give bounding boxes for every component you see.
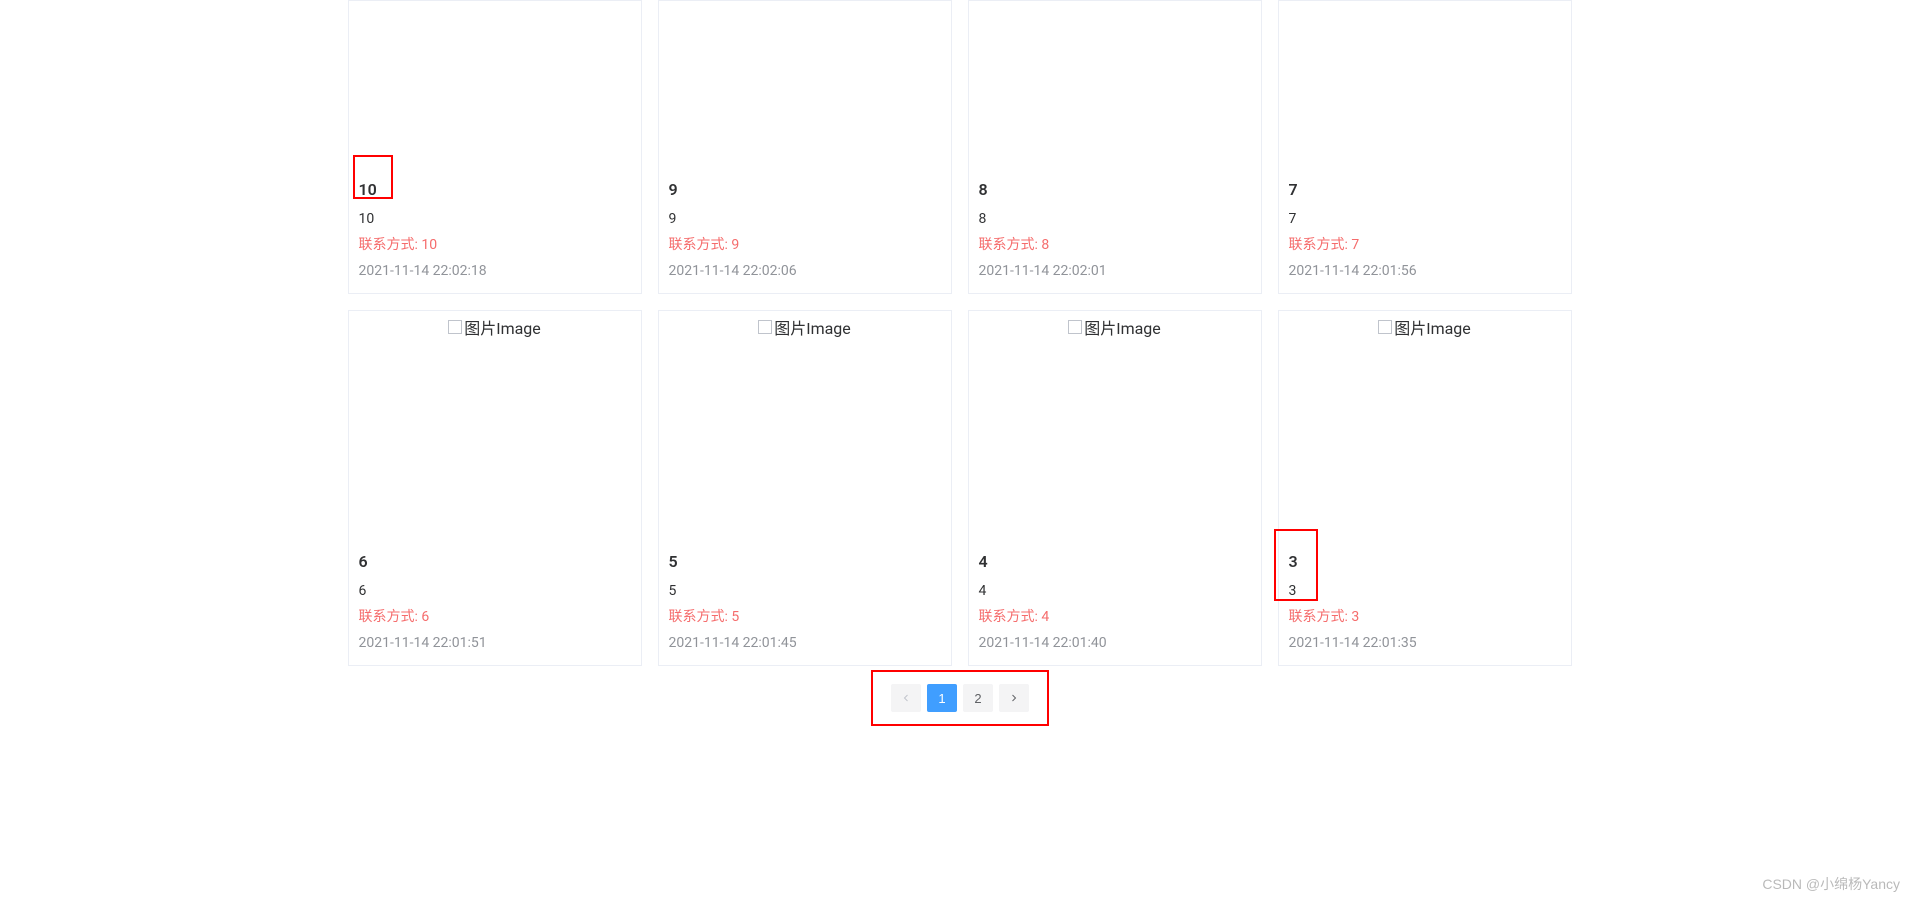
card-contact: 联系方式: 3	[1289, 607, 1561, 627]
card-row-2: 图片Image 6 6 联系方式: 6 2021-11-14 22:01:51 …	[348, 310, 1573, 666]
card-title: 8	[979, 179, 1251, 201]
card-contact: 联系方式: 8	[979, 235, 1251, 255]
pagination-next-button[interactable]	[999, 684, 1029, 712]
card-title: 6	[359, 551, 631, 573]
card-contact: 联系方式: 6	[359, 607, 631, 627]
card-image-area: 图片Image	[969, 311, 1261, 543]
image-placeholder-icon	[1378, 320, 1392, 334]
card-subtitle: 7	[1289, 209, 1561, 229]
card-image-area: 图片Image	[659, 311, 951, 543]
card-image-area: 图片Image	[1279, 311, 1571, 543]
image-placeholder-icon	[758, 320, 772, 334]
card-date: 2021-11-14 22:01:56	[1289, 261, 1561, 281]
image-placeholder-label: 图片Image	[1394, 315, 1471, 339]
card-contact: 联系方式: 7	[1289, 235, 1561, 255]
image-placeholder-icon	[448, 320, 462, 334]
card-date: 2021-11-14 22:01:45	[669, 633, 941, 653]
card-date: 2021-11-14 22:02:01	[979, 261, 1251, 281]
card-date: 2021-11-14 22:02:06	[669, 261, 941, 281]
card[interactable]: 8 8 联系方式: 8 2021-11-14 22:02:01	[968, 0, 1262, 294]
card-image-area	[349, 1, 641, 171]
card[interactable]: 图片Image 5 5 联系方式: 5 2021-11-14 22:01:45	[658, 310, 952, 666]
pagination: 1 2	[891, 684, 1029, 712]
card-subtitle: 6	[359, 581, 631, 601]
watermark: CSDN @小绵杨Yancy	[1762, 874, 1900, 894]
card-title: 4	[979, 551, 1251, 573]
pagination-container: 1 2	[348, 666, 1573, 732]
card-date: 2021-11-14 22:02:18	[359, 261, 631, 281]
card-title: 9	[669, 179, 941, 201]
card-title: 10	[359, 179, 631, 201]
card-contact: 联系方式: 5	[669, 607, 941, 627]
card-subtitle: 5	[669, 581, 941, 601]
card-date: 2021-11-14 22:01:51	[359, 633, 631, 653]
card-contact: 联系方式: 4	[979, 607, 1251, 627]
image-placeholder-label: 图片Image	[464, 315, 541, 339]
card-contact: 联系方式: 10	[359, 235, 631, 255]
chevron-left-icon	[900, 692, 912, 704]
card-subtitle: 4	[979, 581, 1251, 601]
card-image-area	[659, 1, 951, 171]
card[interactable]: 10 10 联系方式: 10 2021-11-14 22:02:18	[348, 0, 642, 294]
image-placeholder-label: 图片Image	[1084, 315, 1161, 339]
chevron-right-icon	[1008, 692, 1020, 704]
card-subtitle: 10	[359, 209, 631, 229]
card-title: 5	[669, 551, 941, 573]
card[interactable]: 图片Image 3 3 联系方式: 3 2021-11-14 22:01:35	[1278, 310, 1572, 666]
card-title: 3	[1289, 551, 1561, 573]
image-placeholder-icon	[1068, 320, 1082, 334]
pagination-prev-button[interactable]	[891, 684, 921, 712]
card-date: 2021-11-14 22:01:35	[1289, 633, 1561, 653]
card-contact: 联系方式: 9	[669, 235, 941, 255]
pagination-page-1[interactable]: 1	[927, 684, 957, 712]
card[interactable]: 9 9 联系方式: 9 2021-11-14 22:02:06	[658, 0, 952, 294]
card[interactable]: 图片Image 4 4 联系方式: 4 2021-11-14 22:01:40	[968, 310, 1262, 666]
card-row-1: 10 10 联系方式: 10 2021-11-14 22:02:18 9 9 联…	[348, 0, 1573, 294]
card-image-area	[969, 1, 1261, 171]
card-image-area: 图片Image	[349, 311, 641, 543]
card-date: 2021-11-14 22:01:40	[979, 633, 1251, 653]
card[interactable]: 图片Image 6 6 联系方式: 6 2021-11-14 22:01:51	[348, 310, 642, 666]
card-subtitle: 9	[669, 209, 941, 229]
card-subtitle: 3	[1289, 581, 1561, 601]
card-image-area	[1279, 1, 1571, 171]
card-subtitle: 8	[979, 209, 1251, 229]
card[interactable]: 7 7 联系方式: 7 2021-11-14 22:01:56	[1278, 0, 1572, 294]
card-title: 7	[1289, 179, 1561, 201]
pagination-page-2[interactable]: 2	[963, 684, 993, 712]
image-placeholder-label: 图片Image	[774, 315, 851, 339]
